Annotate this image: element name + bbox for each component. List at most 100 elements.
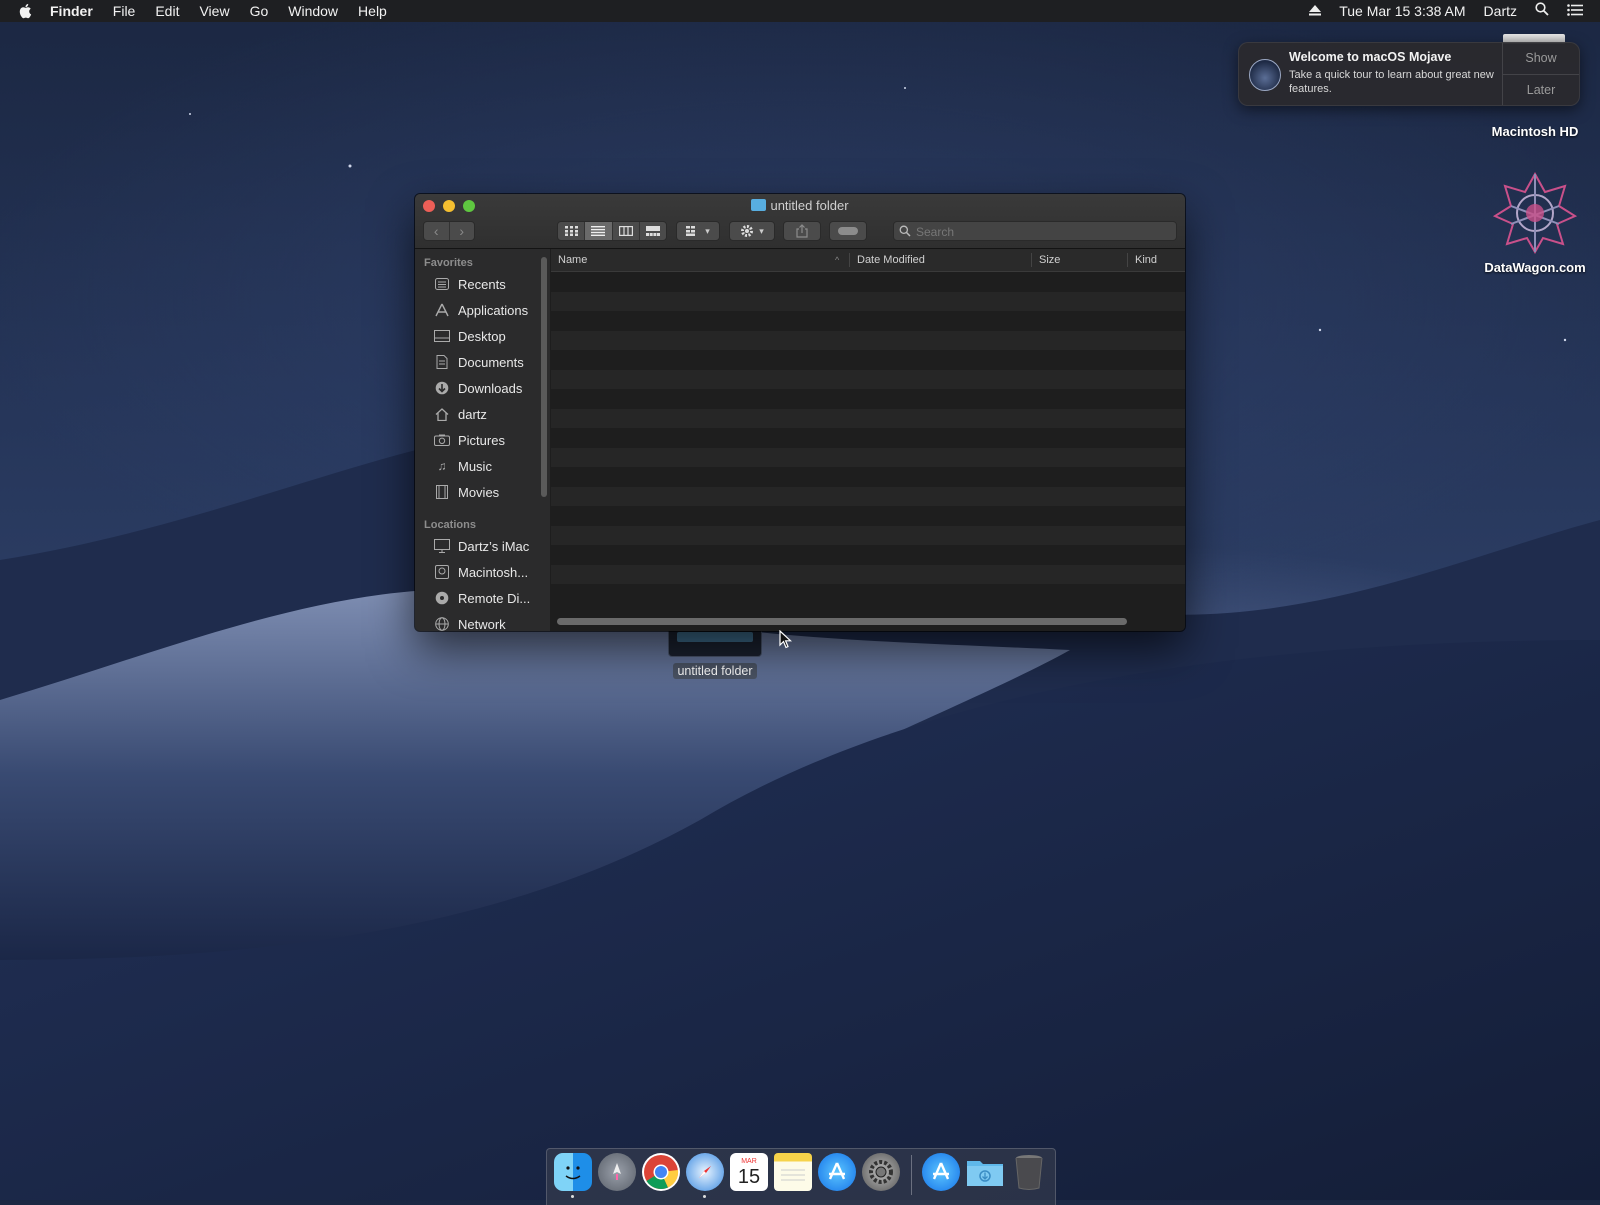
edit-tags-button[interactable] [829,221,867,241]
sidebar-item-label: Macintosh... [458,564,529,580]
column-view-button[interactable] [611,222,639,240]
sidebar-scrollbar[interactable] [541,257,547,497]
finder-dock-icon[interactable] [554,1153,592,1191]
network-icon [433,616,451,631]
sidebar-item-pictures[interactable]: Pictures [415,427,550,453]
menu-help[interactable]: Help [348,0,397,22]
empty-row [551,584,1185,604]
empty-row [551,408,1185,428]
empty-row [551,311,1185,331]
window-title-text: untitled folder [770,198,849,213]
notification-later-button[interactable]: Later [1503,74,1579,106]
sidebar-item-desktop[interactable]: Desktop [415,323,550,349]
notification-title: Welcome to macOS Mojave [1289,50,1452,64]
safari-dock-icon[interactable] [686,1153,724,1191]
eject-icon[interactable] [1300,0,1330,22]
sidebar-item-applications[interactable]: Applications [415,297,550,323]
menu-edit[interactable]: Edit [145,0,189,22]
back-button[interactable]: ‹ [424,222,449,240]
downloads-folder-dock-icon[interactable] [966,1153,1004,1191]
sidebar-item-imac[interactable]: Dartz’s iMac [415,533,550,559]
music-icon: ♫ [437,459,447,473]
sidebar-item-label: Movies [458,484,500,500]
menu-bar: Finder File Edit View Go Window Help Tue… [0,0,1600,22]
sidebar-favorites-header: Favorites [424,257,473,269]
column-header-size[interactable]: Size [1039,249,1060,271]
notification-center-icon[interactable] [1558,0,1592,22]
datawagon-logo-icon [1492,170,1578,255]
empty-row [551,525,1185,545]
sidebar-item-dartz[interactable]: dartz [415,401,550,427]
documents-icon [433,354,451,370]
sidebar-item-recents[interactable]: Recents [415,271,550,297]
column-headers: Name ^ Date Modified Size Kind [551,249,1185,272]
chrome-dock-icon[interactable] [642,1153,680,1191]
menu-app-name[interactable]: Finder [40,0,103,22]
column-header-date-modified[interactable]: Date Modified [857,249,925,271]
trash-dock-icon[interactable] [1010,1153,1048,1191]
datawagon-desktop-item[interactable]: DataWagon.com [1470,170,1600,275]
sidebar-locations-header: Locations [424,519,476,531]
menu-clock[interactable]: Tue Mar 15 3:38 AM [1330,0,1474,22]
menu-go[interactable]: Go [240,0,279,22]
gallery-view-button[interactable] [638,222,666,240]
sidebar-item-label: Remote Di... [458,590,531,606]
macintosh-hd-label[interactable]: Macintosh HD [1470,124,1600,139]
launchpad-dock-icon[interactable] [598,1153,636,1191]
icon-view-button[interactable] [558,222,584,240]
file-list: Name ^ Date Modified Size Kind [551,249,1185,631]
search-input[interactable] [914,223,1118,241]
menu-view[interactable]: View [189,0,239,22]
menu-user[interactable]: Dartz [1475,0,1526,22]
list-view-button[interactable] [584,222,612,240]
welcome-notification[interactable]: Welcome to macOS Mojave Take a quick tou… [1238,42,1580,106]
empty-row [551,428,1185,448]
sidebar-item-documents[interactable]: Documents [415,349,550,375]
sidebar-item-remote-disc[interactable]: Remote Di... [415,585,550,611]
system-preferences-dock-icon[interactable] [862,1153,900,1191]
notes-dock-icon[interactable] [774,1153,812,1191]
group-by-dropdown[interactable]: ▾ [676,221,720,241]
sidebar-item-label: Network [458,616,506,632]
app-store-dock-icon[interactable] [818,1153,856,1191]
sidebar-item-movies[interactable]: Movies [415,479,550,505]
column-header-name[interactable]: Name [558,249,587,271]
menu-file[interactable]: File [103,0,146,22]
share-button[interactable] [783,221,821,241]
horizontal-scrollbar[interactable] [557,618,1127,625]
finder-titlebar[interactable]: untitled folder ‹ › ▾ ▾ [415,194,1185,249]
sidebar-item-network[interactable]: Network [415,611,550,631]
action-menu-button[interactable]: ▾ [729,221,775,241]
forward-button[interactable]: › [448,222,475,240]
empty-row [551,447,1185,467]
sort-ascending-icon: ^ [835,255,840,265]
sidebar-item-downloads[interactable]: Downloads [415,375,550,401]
column-header-kind[interactable]: Kind [1135,249,1157,271]
finder-window: untitled folder ‹ › ▾ ▾ Search Favorites… [415,194,1185,631]
app-store-downloads-dock-icon[interactable] [922,1153,960,1191]
sidebar-item-label: dartz [458,406,487,422]
disk-icon [433,564,451,580]
spotlight-search-icon[interactable] [1526,0,1558,22]
pictures-icon [433,432,451,448]
sidebar-item-label: Pictures [458,432,505,448]
desktop-folder-label[interactable]: untitled folder [673,663,757,679]
group-icon [686,226,696,236]
sidebar-item-macintosh-hd[interactable]: Macintosh... [415,559,550,585]
menu-window[interactable]: Window [278,0,348,22]
search-field[interactable] [893,221,1177,241]
remote-disc-icon [433,590,451,606]
notification-show-button[interactable]: Show [1503,43,1579,74]
apple-menu-icon[interactable] [18,0,34,22]
empty-row [551,486,1185,506]
sidebar-item-music[interactable]: ♫ Music [415,453,550,479]
dock: MAR 15 [546,1148,1056,1205]
view-mode-segmented-control [557,221,667,241]
search-icon [899,225,911,237]
imac-icon [433,538,451,554]
file-rows [551,272,1185,612]
empty-row [551,291,1185,311]
desktop-untitled-folder[interactable]: untitled folder [660,628,770,679]
chevron-down-icon: ▾ [759,225,764,236]
calendar-dock-icon[interactable]: MAR 15 [730,1153,768,1191]
